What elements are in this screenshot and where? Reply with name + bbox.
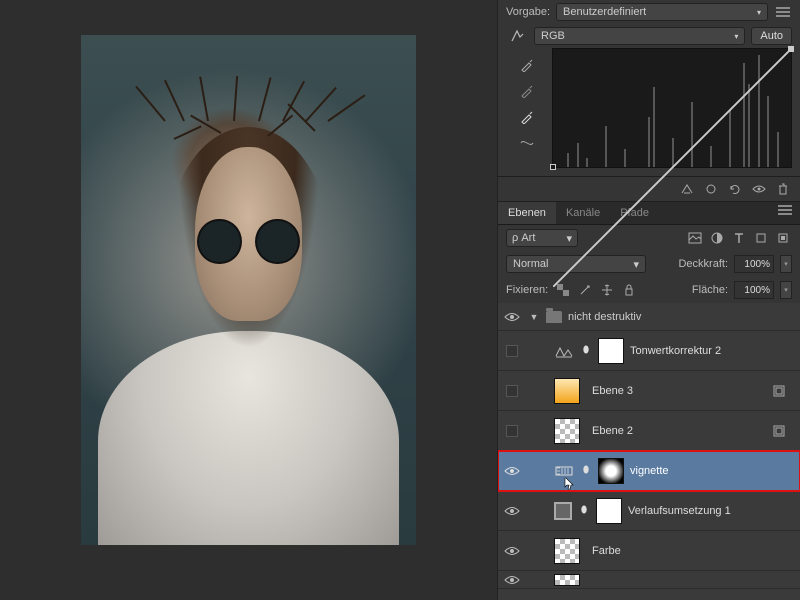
panel-menu-icon[interactable] — [774, 4, 792, 20]
properties-panel: Vorgabe: Benutzerdefiniert ▾ RGB ▾ Auto — [497, 0, 800, 600]
smart-object-icon — [770, 422, 788, 440]
visibility-toggle[interactable] — [502, 501, 522, 521]
visibility-toggle[interactable] — [502, 307, 522, 327]
mask-thumbnail[interactable] — [598, 338, 624, 364]
smart-object-icon — [770, 382, 788, 400]
gradient-icon — [554, 502, 572, 520]
mask-thumbnail[interactable] — [598, 458, 624, 484]
layer-name: Ebene 2 — [592, 425, 633, 437]
layer-thumbnail[interactable] — [554, 378, 580, 404]
layer-thumbnail[interactable] — [554, 574, 580, 586]
layers-list: ▼ nicht destruktiv ⬮ Tonwertkorrektur 2 … — [498, 303, 800, 600]
preset-select[interactable]: Benutzerdefiniert ▾ — [556, 3, 768, 21]
visibility-toggle[interactable] — [502, 421, 522, 441]
preset-label: Vorgabe: — [506, 6, 550, 18]
layer-thumbnail[interactable] — [554, 538, 580, 564]
visibility-toggle[interactable] — [502, 461, 522, 481]
layer-row[interactable]: Ebene 3 — [498, 371, 800, 411]
collapse-toggle[interactable]: ▼ — [528, 312, 540, 322]
layer-name: vignette — [630, 465, 669, 477]
layer-name: Verlaufsumsetzung 1 — [628, 505, 731, 517]
pencil-icon[interactable] — [518, 134, 536, 152]
eyedropper-white-icon[interactable] — [518, 108, 536, 126]
visibility-toggle[interactable] — [502, 341, 522, 361]
levels-icon — [554, 341, 574, 361]
layer-name: Tonwertkorrektur 2 — [630, 345, 721, 357]
layer-name: Farbe — [592, 545, 621, 557]
layer-row[interactable]: ⬮ Verlaufsumsetzung 1 — [498, 491, 800, 531]
link-icon[interactable]: ⬮ — [580, 345, 592, 356]
eyedropper-grey-icon[interactable] — [518, 82, 536, 100]
mask-thumbnail[interactable] — [596, 498, 622, 524]
link-icon[interactable]: ⬮ — [578, 505, 590, 516]
chevron-down-icon: ▾ — [734, 32, 738, 41]
channel-select[interactable]: RGB ▾ — [534, 27, 745, 45]
chevron-down-icon: ▾ — [757, 8, 761, 17]
folder-icon — [546, 311, 562, 323]
finger-icon[interactable] — [506, 28, 528, 44]
layer-name: Ebene 3 — [592, 385, 633, 397]
tab-layers[interactable]: Ebenen — [498, 202, 556, 224]
blend-mode-value: Normal — [513, 258, 548, 270]
gradient-map-icon — [554, 461, 574, 481]
layer-row-selected[interactable]: ⬮ vignette — [498, 451, 800, 491]
link-icon[interactable]: ⬮ — [580, 465, 592, 476]
layer-row-partial[interactable] — [498, 571, 800, 589]
eyedropper-black-icon[interactable] — [518, 56, 536, 74]
layer-thumbnail[interactable] — [554, 418, 580, 444]
channel-value: RGB — [541, 30, 565, 42]
layer-row[interactable]: Farbe — [498, 531, 800, 571]
layer-row[interactable]: ⬮ Tonwertkorrektur 2 — [498, 331, 800, 371]
visibility-toggle[interactable] — [502, 570, 522, 590]
canvas-area — [0, 0, 497, 600]
layer-group[interactable]: ▼ nicht destruktiv — [498, 303, 800, 331]
curves-graph[interactable] — [552, 48, 792, 168]
layer-name: nicht destruktiv — [568, 311, 641, 323]
document-canvas[interactable] — [81, 35, 416, 545]
preset-value: Benutzerdefiniert — [563, 6, 646, 18]
auto-button[interactable]: Auto — [751, 27, 792, 45]
visibility-toggle[interactable] — [502, 541, 522, 561]
lock-label: Fixieren: — [506, 284, 548, 296]
layer-row[interactable]: Ebene 2 — [498, 411, 800, 451]
visibility-toggle[interactable] — [502, 381, 522, 401]
